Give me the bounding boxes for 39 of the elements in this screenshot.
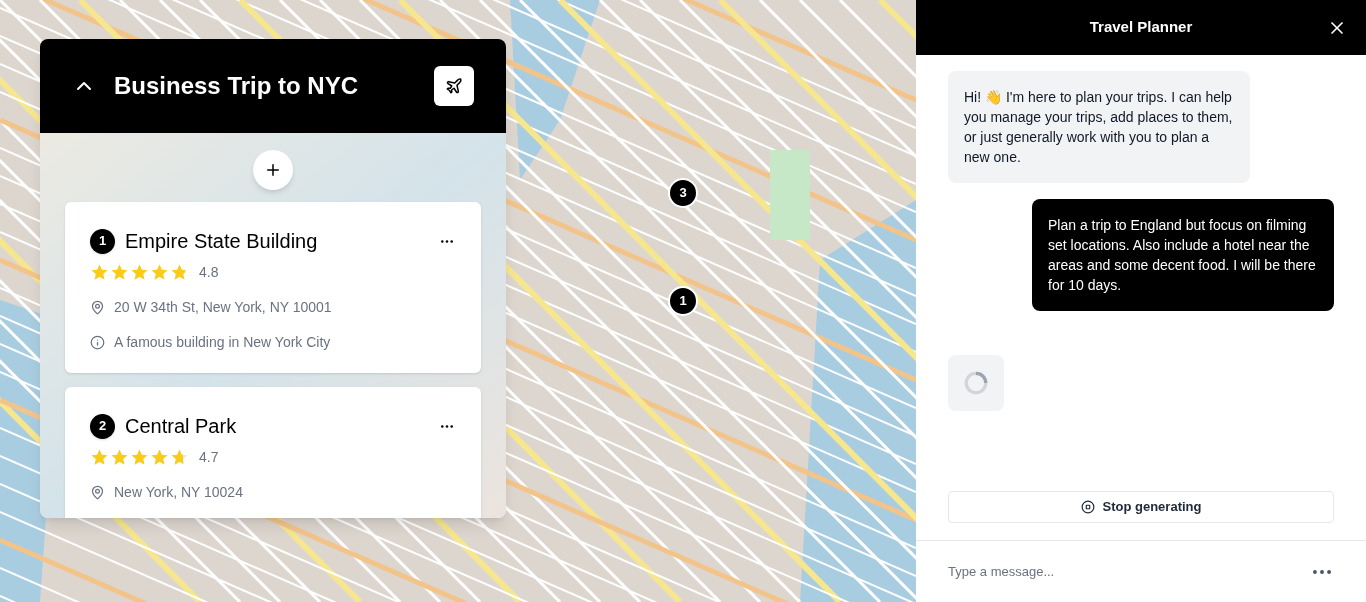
place-description: A famous building in New York City xyxy=(114,333,331,352)
chat-title: Travel Planner xyxy=(1089,17,1193,38)
place-number: 1 xyxy=(90,228,115,254)
place-address: New York, NY 10024 xyxy=(114,483,243,502)
location-pin-icon xyxy=(90,485,105,500)
place-number: 2 xyxy=(90,413,115,439)
ellipsis-icon xyxy=(1313,569,1331,574)
place-card[interactable]: 1 Empire State Building 4.8 20 W 34th St, New York, NY 10001 A famous building in New York City xyxy=(65,202,481,373)
assistant-message: Hi! 👋 I'm here to plan your trips. I can help you manage your trips, add places to them, or just generally work with you to plan a new one. xyxy=(948,71,1250,183)
plane-icon xyxy=(445,77,463,95)
stop-icon xyxy=(1080,500,1095,514)
rating-value: 4.7 xyxy=(199,448,219,467)
star-icon xyxy=(170,448,189,467)
place-card[interactable]: 2 Central Park 4.7 New York, NY 10024 xyxy=(65,387,481,518)
spinner-icon xyxy=(963,370,989,396)
place-name: Empire State Building xyxy=(125,229,319,254)
add-place-button[interactable] xyxy=(253,150,293,190)
info-icon xyxy=(90,335,105,350)
location-pin-icon xyxy=(90,300,105,315)
message-input[interactable]: Type a message... xyxy=(948,561,1302,582)
place-address: 20 W 34th St, New York, NY 10001 xyxy=(114,298,332,317)
star-icon xyxy=(90,448,109,467)
user-message: Plan a trip to England but focus on filming set locations. Also include a hotel near the areas and some decent food. I will be there for 10 days. xyxy=(1032,199,1334,311)
star-icon xyxy=(130,263,149,282)
place-name: Central Park xyxy=(125,414,238,439)
star-icon xyxy=(110,448,129,467)
stop-generating-button[interactable]: Stop generating xyxy=(948,491,1334,523)
star-icon xyxy=(110,263,129,282)
star-icon xyxy=(90,263,109,282)
star-icon xyxy=(130,448,149,467)
ellipsis-icon xyxy=(441,239,453,243)
star-icon xyxy=(150,448,169,467)
star-icon xyxy=(150,263,169,282)
plane-button[interactable] xyxy=(434,66,474,106)
plus-icon xyxy=(264,161,282,179)
rating-value: 4.8 xyxy=(199,263,219,282)
ellipsis-icon xyxy=(441,424,453,428)
star-icon xyxy=(170,263,189,282)
trip-title: Business Trip to NYC xyxy=(114,71,360,101)
